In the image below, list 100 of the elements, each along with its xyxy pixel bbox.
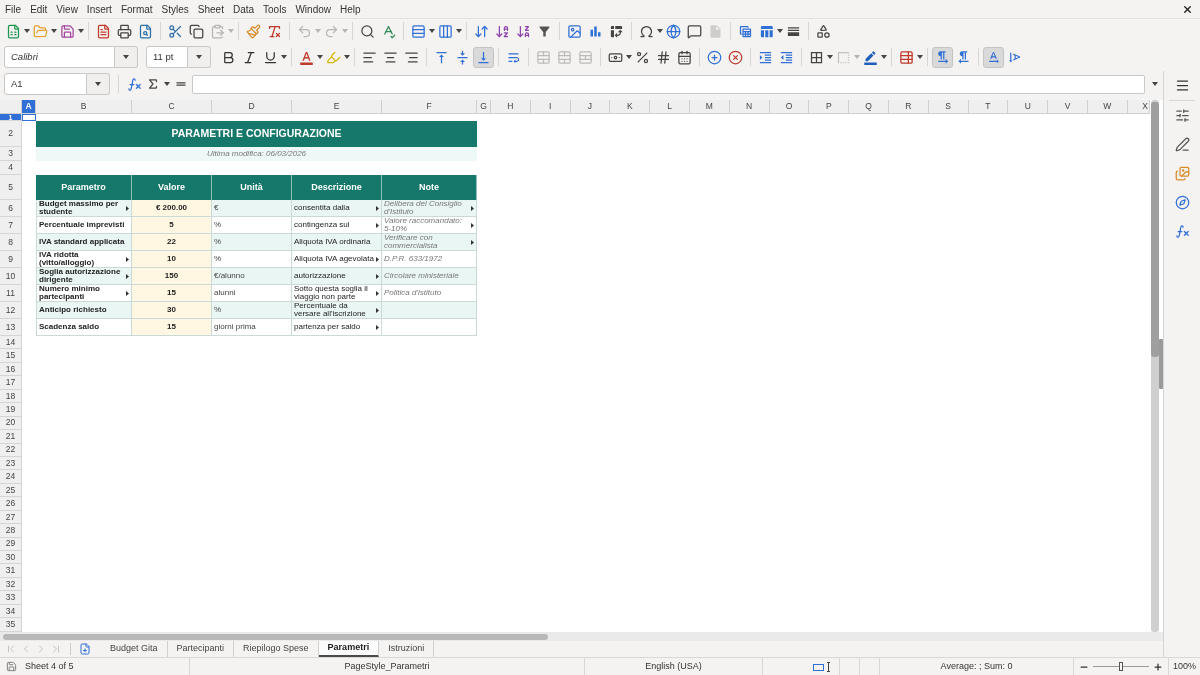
row-header[interactable]: 12: [0, 302, 22, 319]
function-icon[interactable]: [1174, 224, 1190, 239]
add-sheet-icon[interactable]: [79, 643, 91, 655]
row-header[interactable]: 15: [0, 349, 22, 363]
column-header[interactable]: V: [1048, 100, 1088, 114]
caret-icon[interactable]: [164, 82, 170, 86]
text-horizontal-button[interactable]: [983, 46, 1004, 68]
zoom-level-text[interactable]: 100%: [1173, 659, 1196, 674]
menu-item[interactable]: View: [56, 1, 78, 17]
properties-icon[interactable]: [1174, 108, 1190, 123]
column-header[interactable]: D: [212, 100, 292, 114]
column-header[interactable]: G: [477, 100, 491, 114]
menu-item[interactable]: Insert: [86, 1, 112, 17]
caret-icon[interactable]: [24, 29, 30, 33]
column-header[interactable]: T: [968, 100, 1009, 114]
column-header[interactable]: I: [530, 100, 571, 114]
column-header[interactable]: B: [36, 100, 132, 114]
zoom-in-icon[interactable]: [1153, 661, 1163, 672]
column-header[interactable]: N: [729, 100, 770, 114]
column-header[interactable]: A: [22, 100, 36, 114]
sum-icon[interactable]: [146, 77, 160, 91]
row-header[interactable]: 8: [0, 234, 22, 251]
column-header[interactable]: F: [382, 100, 477, 114]
row-header[interactable]: 28: [0, 524, 22, 538]
name-box-field[interactable]: A1: [4, 73, 87, 95]
caret-icon[interactable]: [429, 29, 435, 33]
row-header[interactable]: 5: [0, 175, 22, 200]
row-header[interactable]: 17: [0, 376, 22, 390]
menu-item[interactable]: Data: [232, 1, 255, 17]
caret-icon[interactable]: [344, 55, 350, 59]
row-header[interactable]: 9: [0, 251, 22, 268]
vertical-scrollbar[interactable]: [1151, 100, 1159, 632]
function-wizard-icon[interactable]: [127, 76, 142, 92]
align-bottom-button[interactable]: [473, 46, 494, 68]
row-header[interactable]: 7: [0, 217, 22, 234]
menu-icon[interactable]: [1174, 78, 1190, 93]
slider-thumb[interactable]: [1119, 662, 1123, 671]
caret-icon[interactable]: [51, 29, 57, 33]
column-header[interactable]: W: [1087, 100, 1128, 114]
caret-icon[interactable]: [95, 82, 101, 86]
pen-icon[interactable]: [1174, 137, 1190, 152]
row-header[interactable]: 14: [0, 336, 22, 350]
sheet-tab[interactable]: Istruzioni: [379, 641, 435, 657]
row-header[interactable]: 24: [0, 470, 22, 484]
column-header[interactable]: O: [769, 100, 810, 114]
caret-icon[interactable]: [827, 55, 833, 59]
sheet-tab[interactable]: Partecipanti: [167, 641, 235, 657]
font-name-field[interactable]: Calibri: [4, 46, 115, 68]
column-header[interactable]: Q: [849, 100, 889, 114]
sheet-tab[interactable]: Budget Gita: [101, 641, 168, 657]
row-header[interactable]: 30: [0, 551, 22, 565]
caret-icon[interactable]: [1152, 82, 1158, 86]
scrollbar-thumb[interactable]: [3, 633, 548, 640]
row-header[interactable]: 6: [0, 200, 22, 217]
scrollbar-thumb[interactable]: [1151, 102, 1159, 357]
caret-icon[interactable]: [78, 29, 84, 33]
row-header[interactable]: 19: [0, 403, 22, 417]
menu-item[interactable]: Help: [340, 1, 361, 17]
row-header[interactable]: 3: [0, 147, 22, 161]
column-header[interactable]: U: [1008, 100, 1049, 114]
column-header[interactable]: P: [809, 100, 850, 114]
row-header[interactable]: 13: [0, 319, 22, 336]
row-header[interactable]: 10: [0, 268, 22, 285]
menu-item[interactable]: Sheet: [197, 1, 224, 17]
row-header[interactable]: 31: [0, 564, 22, 578]
caret-icon[interactable]: [626, 55, 632, 59]
column-header[interactable]: E: [292, 100, 382, 114]
row-header[interactable]: 11: [0, 285, 22, 302]
caret-icon[interactable]: [196, 55, 202, 59]
menu-item[interactable]: File: [5, 1, 22, 17]
caret-icon[interactable]: [917, 55, 923, 59]
formula-input-field[interactable]: [192, 74, 1145, 94]
row-header[interactable]: 21: [0, 430, 22, 444]
rectangle-cursor-icon[interactable]: [813, 661, 831, 672]
row-header[interactable]: 2: [0, 121, 22, 147]
row-header[interactable]: 35: [0, 618, 22, 632]
caret-icon[interactable]: [456, 29, 462, 33]
caret-icon[interactable]: [317, 55, 323, 59]
menu-item[interactable]: Edit: [30, 1, 48, 17]
menu-item[interactable]: Format: [120, 1, 153, 17]
column-header[interactable]: C: [132, 100, 212, 114]
horizontal-scrollbar[interactable]: [0, 632, 1163, 641]
caret-icon[interactable]: [657, 29, 663, 33]
row-header[interactable]: 26: [0, 497, 22, 511]
sheet-tab[interactable]: Parametri: [318, 641, 380, 657]
font-size-field[interactable]: 11 pt: [146, 46, 188, 68]
compass-icon[interactable]: [1174, 195, 1190, 210]
row-header[interactable]: 33: [0, 591, 22, 605]
caret-icon[interactable]: [881, 55, 887, 59]
left-to-right-button[interactable]: [932, 46, 953, 68]
row-header[interactable]: 4: [0, 161, 22, 175]
caret-icon[interactable]: [281, 55, 287, 59]
menu-item[interactable]: Styles: [161, 1, 189, 17]
resize-grip[interactable]: [1159, 339, 1163, 389]
gallery-icon[interactable]: [1174, 166, 1190, 181]
column-header[interactable]: S: [928, 100, 969, 114]
caret-icon[interactable]: [123, 55, 129, 59]
menu-item[interactable]: Window: [295, 1, 331, 17]
caret-icon[interactable]: [777, 29, 783, 33]
column-header[interactable]: K: [610, 100, 651, 114]
